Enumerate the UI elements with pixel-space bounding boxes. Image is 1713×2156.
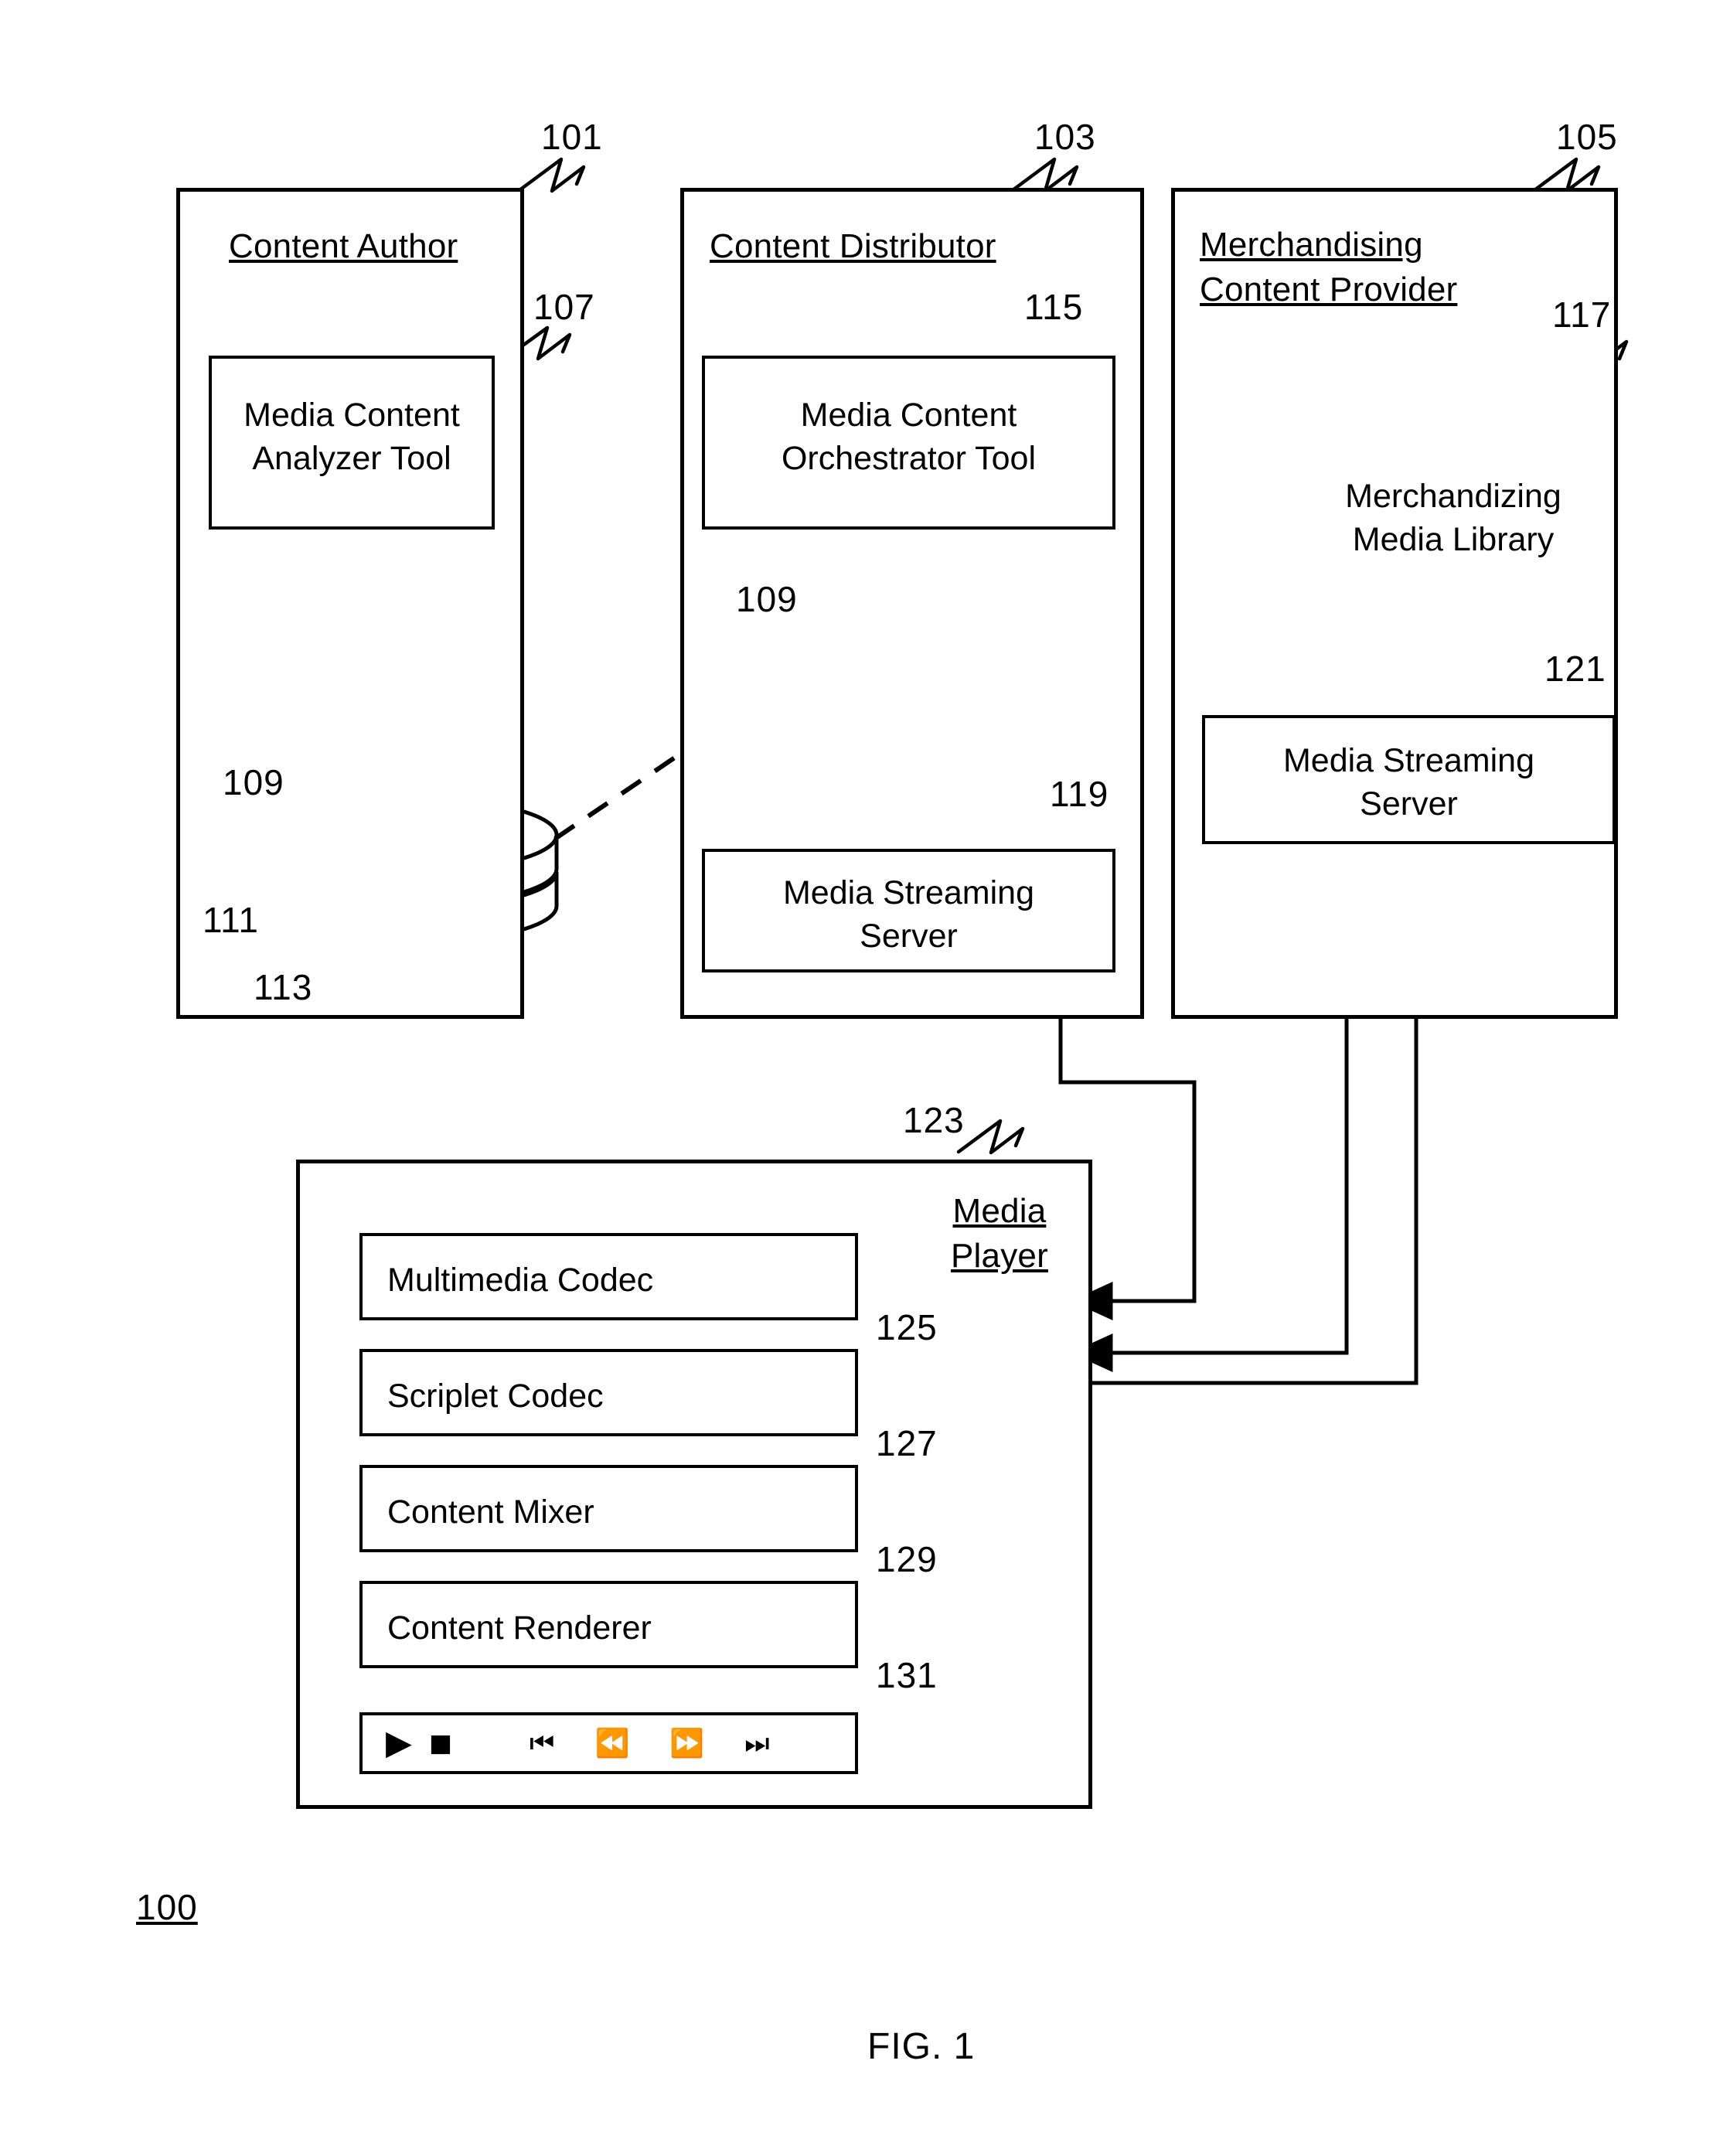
media-player-transport-controls[interactable]: ▶ ■ ⏮ ⏪ ⏩ ⏭ [359, 1712, 858, 1774]
system-reference-number: 100 [136, 1887, 198, 1927]
block-label-multimedia-codec: Multimedia Codec [387, 1262, 654, 1299]
ref-123: 123 [903, 1100, 965, 1140]
patent-figure-page: Content Author 101 Media Content Analyze… [0, 0, 1713, 2156]
media-player-title: Media Player [951, 1192, 1048, 1276]
fast-forward-icon[interactable]: ⏩ [669, 1729, 704, 1757]
ref-103: 103 [1034, 117, 1096, 157]
block-label-content-renderer: Content Renderer [387, 1609, 652, 1647]
block-media-streaming-server-merchandising: Media Streaming Server [1202, 715, 1616, 844]
panel-content-author [176, 188, 524, 1019]
ref-115: 115 [1024, 287, 1084, 327]
block-scriplet-codec: Scriplet Codec [359, 1349, 858, 1436]
block-media-content-orchestrator-tool: Media Content Orchestrator Tool [702, 356, 1115, 530]
block-label-content-mixer: Content Mixer [387, 1494, 594, 1531]
ref-109-distributor-disc: 109 [736, 579, 798, 619]
play-icon[interactable]: ▶ [386, 1726, 412, 1760]
panel-title-content-distributor: Content Distributor [710, 227, 996, 265]
ref-131: 131 [876, 1655, 938, 1695]
stop-icon[interactable]: ■ [429, 1724, 452, 1763]
block-label-scriplet-codec: Scriplet Codec [387, 1378, 604, 1415]
ref-119: 119 [1050, 774, 1109, 814]
block-label-streaming-server-distributor: Media Streaming Server [782, 874, 1035, 955]
ref-105: 105 [1556, 117, 1618, 157]
ref-129: 129 [876, 1539, 938, 1579]
ref-101: 101 [541, 117, 603, 157]
ref-121: 121 [1544, 649, 1606, 689]
ref-125: 125 [876, 1307, 938, 1347]
ref-107: 107 [533, 287, 595, 327]
ref-117: 117 [1552, 295, 1612, 335]
block-label-analyzer-tool: Media Content Analyzer Tool [243, 397, 460, 477]
block-media-content-analyzer-tool: Media Content Analyzer Tool [209, 356, 495, 530]
rewind-icon[interactable]: ⏪ [594, 1729, 629, 1757]
ref-113-author-disc: 113 [254, 967, 313, 1007]
panel-title-merchandising-content-provider: Merchandising Content Provider [1200, 226, 1458, 309]
ref-127: 127 [876, 1423, 938, 1463]
ref-111-author-disc: 111 [203, 900, 259, 940]
block-content-mixer: Content Mixer [359, 1465, 858, 1552]
skip-next-icon[interactable]: ⏭ [744, 1729, 769, 1757]
figure-caption: FIG. 1 [867, 2026, 976, 2067]
block-multimedia-codec: Multimedia Codec [359, 1233, 858, 1320]
block-label-orchestrator-tool: Media Content Orchestrator Tool [781, 397, 1036, 477]
panel-title-content-author: Content Author [229, 227, 458, 265]
block-content-renderer: Content Renderer [359, 1581, 858, 1668]
block-label-streaming-server-merchandising: Media Streaming Server [1282, 742, 1535, 823]
block-media-streaming-server-distributor: Media Streaming Server [702, 849, 1115, 972]
panel-merchandising-content-provider [1171, 188, 1618, 1019]
ref-109-author-disc: 109 [223, 762, 284, 802]
block-label-merchandizing-media-library: Merchandizing Media Library [1345, 478, 1561, 558]
skip-previous-icon[interactable]: ⏮ [530, 1729, 554, 1757]
